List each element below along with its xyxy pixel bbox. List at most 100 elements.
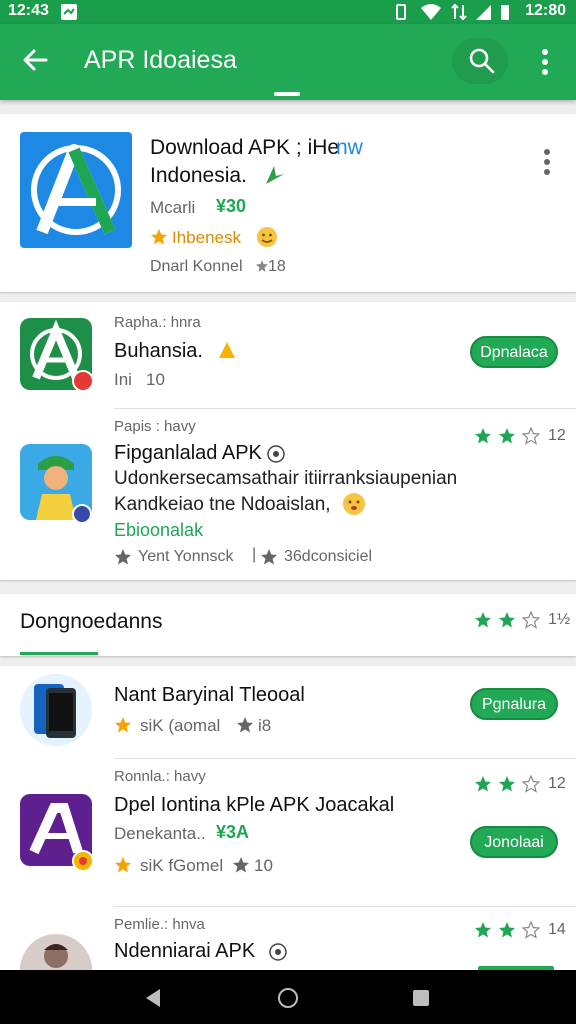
badge-icon xyxy=(72,504,92,524)
hand-icon xyxy=(219,342,235,358)
section-underline xyxy=(20,652,98,655)
star-full-icon xyxy=(499,612,515,628)
item-meta-left: siK fGomel xyxy=(140,856,224,875)
emoji-icon xyxy=(343,493,365,515)
app-bar-title: APR Idoaiesa xyxy=(84,46,237,74)
emoji-icon xyxy=(257,227,277,247)
item-meta-right: 10 xyxy=(254,856,273,875)
badge-icon xyxy=(72,370,94,392)
rating-value: 12 xyxy=(548,427,566,444)
section-header: Dongnoedanns 1½ xyxy=(0,594,576,656)
data-arrows-icon xyxy=(451,3,467,21)
item-desc-line1: Udonkersecamsathair itiirranksiaupenian xyxy=(114,468,458,489)
item-subtitle: Papis : havy xyxy=(114,418,196,435)
item-accent: Ebioonalak xyxy=(114,520,204,540)
soccer-ball-icon xyxy=(267,445,285,463)
featured-rating-label: Ihbenesk xyxy=(172,228,241,247)
phone-icon xyxy=(34,684,76,738)
download-button[interactable]: Pgnalura xyxy=(470,688,558,720)
star-icon xyxy=(115,717,131,733)
item-meta: Ini xyxy=(114,370,132,389)
section-title: Dongnoedanns xyxy=(20,610,163,633)
rating-stars: 14 xyxy=(474,920,566,940)
featured-title-accent: nw xyxy=(336,136,363,159)
status-bar: 12:43 12:80 xyxy=(0,0,576,24)
star-empty-icon xyxy=(522,611,540,629)
download-button[interactable]: Jonolaai xyxy=(470,826,558,858)
star-full-icon xyxy=(499,776,515,792)
soccer-ball-icon xyxy=(269,943,287,961)
overflow-menu-icon[interactable] xyxy=(538,48,552,76)
back-arrow-icon[interactable] xyxy=(20,44,52,76)
item-subtitle: Pemlie.: hnva xyxy=(114,916,205,933)
notification-icon xyxy=(61,4,77,20)
star-empty-icon xyxy=(522,427,540,445)
rating-value: 1½ xyxy=(548,611,571,628)
star-full-icon xyxy=(499,428,515,444)
featured-app-icon[interactable] xyxy=(20,132,132,248)
item-meta-right: 36dconsiciel xyxy=(284,548,373,565)
featured-price-label: Mcarli xyxy=(150,198,196,217)
list-item[interactable]: Rapha.: hnra Buhansia. Ini 10 Dpnalaca xyxy=(0,302,576,408)
app-list-card: Rapha.: hnra Buhansia. Ini 10 Dpnalaca P… xyxy=(0,302,576,580)
rating-value: 12 xyxy=(548,775,566,792)
featured-price: ¥30 xyxy=(216,196,247,216)
item-title: Nant Baryinal Tleooal xyxy=(114,684,305,706)
vibrate-icon xyxy=(396,4,406,20)
nav-recents-icon[interactable] xyxy=(412,989,430,1007)
system-nav-bar xyxy=(0,970,576,1024)
star-empty-icon xyxy=(522,921,540,939)
list-item[interactable]: Nant Baryinal Tleooal siK (aomal i8 Pgna… xyxy=(0,666,576,758)
star-empty-icon xyxy=(522,775,540,793)
item-meta-num: 10 xyxy=(146,370,165,389)
item-desc: Denekanta.. xyxy=(114,824,206,843)
featured-developer: Dnarl Konnel xyxy=(150,258,243,275)
item-subtitle: Rapha.: hnra xyxy=(114,314,201,331)
app-icon xyxy=(20,674,92,746)
sparkle-icon xyxy=(266,166,284,184)
star-full-icon xyxy=(499,922,515,938)
app-logo-icon xyxy=(31,144,121,235)
rating-stars: 12 xyxy=(474,426,566,446)
item-meta-left: siK (aomal xyxy=(140,716,221,735)
status-clock: 12:80 xyxy=(525,2,566,19)
item-title: Fipganlalad APK xyxy=(114,442,262,464)
item-title: Ndenniarai APK xyxy=(114,940,256,962)
nav-home-icon[interactable] xyxy=(277,987,299,1009)
featured-count: 18 xyxy=(268,258,286,275)
battery-icon xyxy=(501,5,509,20)
star-icon xyxy=(115,549,131,565)
star-full-icon xyxy=(475,776,491,792)
star-full-icon xyxy=(475,922,491,938)
featured-app-card[interactable]: Download APK ; iHe nw Indonesia. Mcarli … xyxy=(0,114,576,292)
star-icon xyxy=(261,549,277,565)
list-item[interactable]: Pemlie.: hnva Ndenniarai APK 14 xyxy=(0,906,576,974)
search-icon[interactable] xyxy=(468,47,496,75)
list-item[interactable]: Papis : havy Fipganlalad APK Udonkerseca… xyxy=(0,408,576,580)
featured-title-line2: Indonesia. xyxy=(150,164,247,187)
featured-title-line1: Download APK ; iHe xyxy=(150,136,340,159)
star-icon xyxy=(115,857,131,873)
app-list-card: Nant Baryinal Tleooal siK (aomal i8 Pgna… xyxy=(0,666,576,974)
item-title: Buhansia. xyxy=(114,340,203,362)
app-bar: APR Idoaiesa xyxy=(0,24,576,100)
item-meta-right: i8 xyxy=(258,716,272,735)
star-full-icon xyxy=(475,612,491,628)
wifi-icon xyxy=(421,4,441,20)
item-price: ¥3A xyxy=(216,822,250,842)
star-icon xyxy=(233,857,249,873)
avatar-icon xyxy=(44,944,68,968)
rating-value: 14 xyxy=(548,921,566,938)
tab-indicator xyxy=(274,92,300,96)
nav-back-icon[interactable] xyxy=(144,988,162,1008)
item-title: Dpel Iontina kPle APK Joacakal xyxy=(114,794,395,816)
card-menu-icon[interactable] xyxy=(540,148,554,176)
rating-stars: 12 xyxy=(474,774,566,794)
app-icon xyxy=(20,934,92,974)
download-button[interactable]: Dpnalaca xyxy=(470,336,558,368)
item-subtitle: Ronnla.: havy xyxy=(114,768,206,785)
star-full-icon xyxy=(475,428,491,444)
item-meta-left: Yent Yonnsck xyxy=(138,548,234,565)
star-icon xyxy=(151,229,167,245)
list-item[interactable]: Ronnla.: havy Dpel Iontina kPle APK Joac… xyxy=(0,758,576,898)
